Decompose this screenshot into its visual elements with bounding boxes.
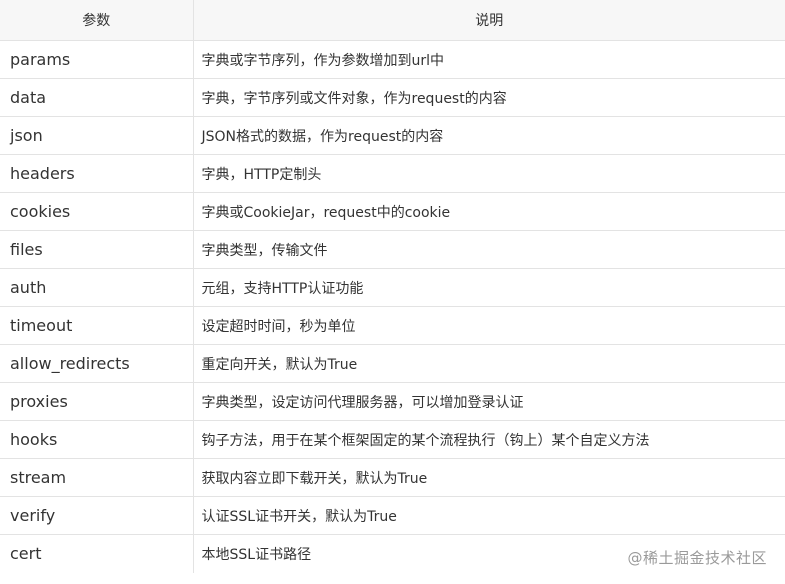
- table-body: params 字典或字节序列，作为参数增加到url中 data 字典，字节序列或…: [0, 40, 785, 573]
- params-table: 参数 说明 params 字典或字节序列，作为参数增加到url中 data 字典…: [0, 0, 785, 573]
- table-row: proxies 字典类型，设定访问代理服务器，可以增加登录认证: [0, 382, 785, 421]
- param-description: 认证SSL证书开关，默认为True: [192, 496, 785, 535]
- param-name: data: [0, 78, 194, 117]
- param-name: allow_redirects: [0, 344, 194, 383]
- table-row: auth 元组，支持HTTP认证功能: [0, 268, 785, 307]
- param-name: timeout: [0, 306, 194, 345]
- header-description: 说明: [192, 0, 785, 41]
- param-name: stream: [0, 458, 194, 497]
- param-description: 钩子方法，用于在某个框架固定的某个流程执行（钩上）某个自定义方法: [192, 420, 785, 459]
- param-name: files: [0, 230, 194, 269]
- table-row: allow_redirects 重定向开关，默认为True: [0, 344, 785, 383]
- watermark-text: @稀土掘金技术社区: [627, 549, 767, 567]
- param-name: auth: [0, 268, 194, 307]
- param-name: headers: [0, 154, 194, 193]
- table-row: json JSON格式的数据，作为request的内容: [0, 116, 785, 155]
- param-name: params: [0, 40, 194, 79]
- param-description: 字典或CookieJar，request中的cookie: [192, 192, 785, 231]
- table-row: data 字典，字节序列或文件对象，作为request的内容: [0, 78, 785, 117]
- table-row: hooks 钩子方法，用于在某个框架固定的某个流程执行（钩上）某个自定义方法: [0, 420, 785, 459]
- table-row: params 字典或字节序列，作为参数增加到url中: [0, 40, 785, 79]
- param-name: cert: [0, 534, 194, 573]
- table-row: verify 认证SSL证书开关，默认为True: [0, 496, 785, 535]
- param-description: 字典类型，传输文件: [192, 230, 785, 269]
- table-row: timeout 设定超时时间，秒为单位: [0, 306, 785, 345]
- param-name: hooks: [0, 420, 194, 459]
- param-description: 重定向开关，默认为True: [192, 344, 785, 383]
- table-row: files 字典类型，传输文件: [0, 230, 785, 269]
- param-name: json: [0, 116, 194, 155]
- param-description: 获取内容立即下载开关，默认为True: [192, 458, 785, 497]
- header-param: 参数: [0, 0, 194, 41]
- table-header: 参数 说明: [0, 0, 785, 41]
- param-description: 字典或字节序列，作为参数增加到url中: [192, 40, 785, 79]
- header-row: 参数 说明: [0, 0, 785, 41]
- param-description: 字典类型，设定访问代理服务器，可以增加登录认证: [192, 382, 785, 421]
- param-description: 设定超时时间，秒为单位: [192, 306, 785, 345]
- param-description: 字典，字节序列或文件对象，作为request的内容: [192, 78, 785, 117]
- param-description: JSON格式的数据，作为request的内容: [192, 116, 785, 155]
- table-row: cookies 字典或CookieJar，request中的cookie: [0, 192, 785, 231]
- param-description: 元组，支持HTTP认证功能: [192, 268, 785, 307]
- table-row: stream 获取内容立即下载开关，默认为True: [0, 458, 785, 497]
- table-row: headers 字典，HTTP定制头: [0, 154, 785, 193]
- param-name: proxies: [0, 382, 194, 421]
- param-name: verify: [0, 496, 194, 535]
- param-description: 字典，HTTP定制头: [192, 154, 785, 193]
- param-name: cookies: [0, 192, 194, 231]
